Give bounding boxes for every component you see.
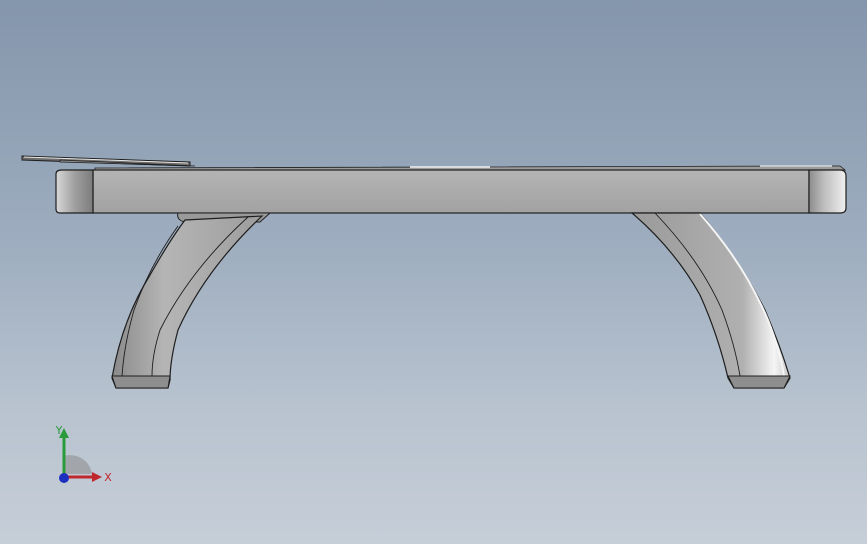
left-end-cap[interactable] <box>55 169 94 214</box>
right-foot <box>727 375 791 389</box>
graphics-viewport[interactable]: Y X <box>0 0 867 544</box>
seat-top-details <box>94 165 847 171</box>
right-leg[interactable] <box>630 212 791 389</box>
right-end-cap[interactable] <box>808 169 847 214</box>
stylus-part[interactable] <box>21 155 196 167</box>
x-axis-label: X <box>104 471 112 484</box>
left-foot <box>111 375 171 389</box>
seat-body[interactable] <box>92 169 810 214</box>
y-axis-label: Y <box>55 424 63 437</box>
view-orientation-triad: Y X <box>55 424 113 484</box>
left-leg[interactable] <box>111 215 264 389</box>
bench-model[interactable] <box>0 0 867 544</box>
